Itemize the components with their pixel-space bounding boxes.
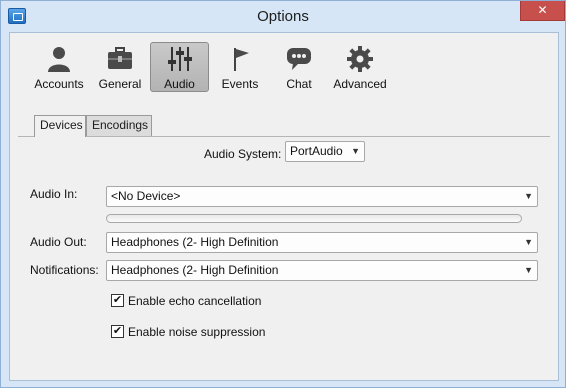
notifications-select[interactable]: Headphones (2- High Definition ▼ [106,260,538,281]
checkmark-icon: ✔ [112,325,123,337]
toolbar-item-label: Chat [286,77,312,91]
toolbar-item-events[interactable]: Events [216,43,264,93]
chevron-down-icon: ▼ [524,265,533,275]
toolbar-item-label: General [98,77,142,91]
audio-in-value: <No Device> [111,189,181,203]
echo-cancellation-label[interactable]: Enable echo cancellation [128,294,261,308]
title-bar[interactable]: Options ✕ [1,1,565,32]
tab-encodings[interactable]: Encodings [86,115,152,136]
toolbar-item-label: Advanced [333,77,387,91]
audio-out-label: Audio Out: [30,235,87,249]
mixer-sliders-icon [167,47,192,71]
audio-in-select[interactable]: <No Device> ▼ [106,186,538,207]
toolbar-item-general[interactable]: General [95,43,145,93]
close-button[interactable]: ✕ [520,1,565,21]
person-icon [48,47,70,72]
toolbar-item-audio[interactable]: Audio [150,42,209,92]
noise-suppression-checkbox[interactable]: ✔ [111,325,124,338]
toolbar-item-advanced[interactable]: Advanced [332,43,388,93]
audio-in-label: Audio In: [30,187,78,201]
window-title: Options [257,8,309,25]
audio-system-select[interactable]: PortAudio ▼ [285,141,365,162]
toolbar-item-accounts[interactable]: Accounts [31,43,87,93]
audio-out-value: Headphones (2- High Definition [111,235,279,249]
devices-panel [18,136,550,374]
notifications-label: Notifications: [30,263,99,277]
audio-out-select[interactable]: Headphones (2- High Definition ▼ [106,232,538,253]
gear-icon [347,46,373,72]
chevron-down-icon: ▼ [351,146,360,156]
toolbox-icon [108,47,132,69]
toolbar-item-label: Accounts [34,77,84,91]
checkmark-icon: ✔ [112,294,123,306]
toolbar-item-chat[interactable]: Chat [281,43,317,93]
toolbar-item-label: Events [221,77,259,91]
flag-icon [234,48,249,71]
echo-cancellation-checkbox[interactable]: ✔ [111,294,124,307]
chevron-down-icon: ▼ [524,237,533,247]
category-toolbar: Accounts General Audio Events Chat Advan… [10,33,558,99]
noise-suppression-label[interactable]: Enable noise suppression [128,325,265,339]
speech-bubble-icon [287,48,311,70]
chevron-down-icon: ▼ [524,191,533,201]
audio-system-label: Audio System: [204,147,282,161]
audio-system-value: PortAudio [290,144,343,158]
toolbar-item-label: Audio [164,77,195,91]
input-level-meter [106,214,522,223]
options-window: Options ✕ Accounts General Audio Events … [0,0,566,388]
client-area: Accounts General Audio Events Chat Advan… [9,32,559,381]
tab-devices[interactable]: Devices [34,115,86,137]
notifications-value: Headphones (2- High Definition [111,263,279,277]
